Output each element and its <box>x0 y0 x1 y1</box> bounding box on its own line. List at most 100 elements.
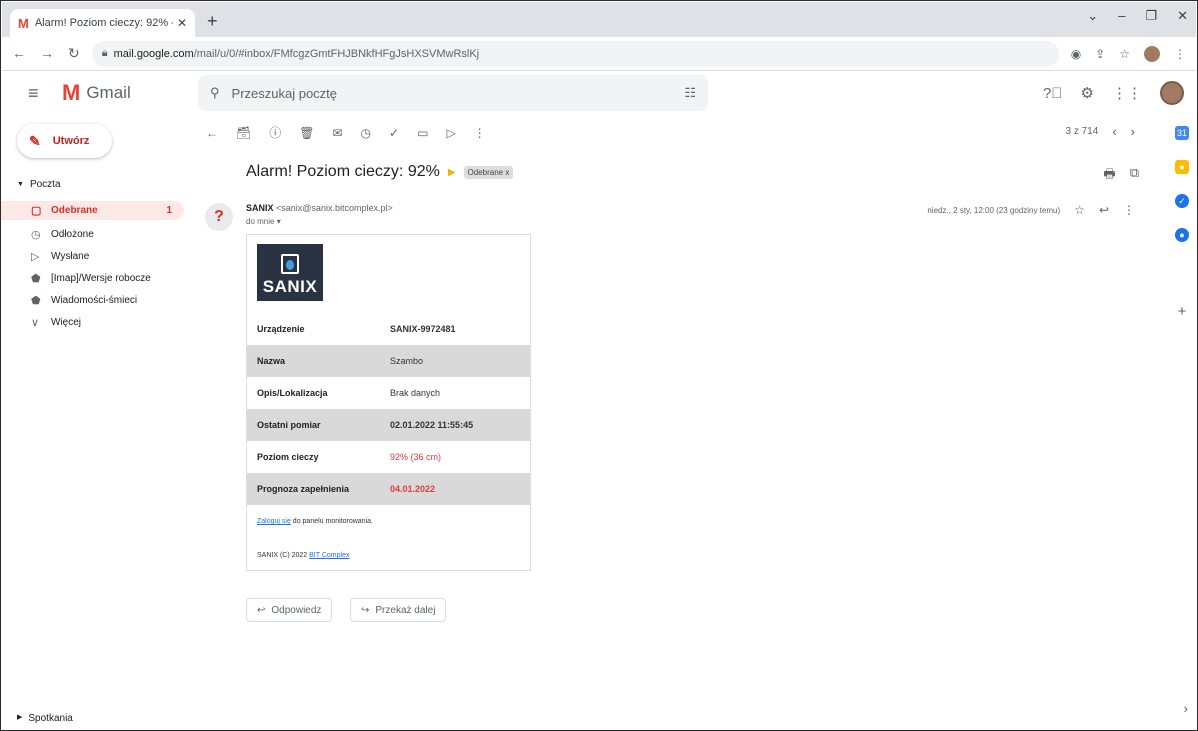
eye-icon[interactable]: ◉ <box>1071 47 1081 61</box>
share-icon[interactable]: ⇪ <box>1095 47 1105 61</box>
account-avatar[interactable] <box>1160 81 1184 105</box>
sidebar-item-more[interactable]: ∨ Więcej <box>1 313 184 332</box>
table-row: Ostatni pomiar 02.01.2022 11:55:45 <box>247 409 530 441</box>
sender-line: SANIX <sanix@sanix.bitcomplex.pl> <box>246 203 393 213</box>
mark-unread-icon[interactable]: ✉︎ <box>332 126 342 140</box>
apps-grid-icon[interactable]: ⋮⋮ <box>1112 84 1142 102</box>
caret-down-icon: ▼ <box>17 181 24 188</box>
reply-icon[interactable]: ↩ <box>1099 203 1109 217</box>
sidebar-item-snoozed[interactable]: ◷ Odłożone <box>1 225 184 244</box>
close-window-icon[interactable]: ✕ <box>1177 8 1188 24</box>
pager-text: 3 z 714 <box>1065 126 1099 137</box>
reply-button[interactable]: ↩ Odpowiedz <box>246 598 333 622</box>
sidebar-item-inbox[interactable]: ▢ Odebrane 1 <box>1 201 184 220</box>
sidebar-item-label: [Imap]/Wersje robocze <box>51 273 151 284</box>
labels-icon[interactable]: ▷ <box>446 126 455 140</box>
calendar-icon[interactable]: 31 <box>1175 126 1189 140</box>
add-task-icon[interactable]: ✓ <box>389 126 399 140</box>
tab-strip: M Alarm! Poziom cieczy: 92% - ptz/ ✕ + ⌄… <box>2 2 1196 37</box>
recipients-toggle[interactable]: do mnie ▾ <box>246 217 281 226</box>
importance-marker-icon[interactable]: ▶ <box>448 167 456 178</box>
table-row: Prognoza zapełnienia 04.01.2022 <box>247 473 530 505</box>
login-note: Zaloguj się do panelu monitorowania. <box>257 518 373 525</box>
table-row: Opis/Lokalizacja Brak danych <box>247 377 530 409</box>
minimize-icon[interactable]: – <box>1118 8 1125 24</box>
sidebar-item-drafts[interactable]: ⬟ [Imap]/Wersje robocze <box>1 269 184 288</box>
search-options-icon[interactable]: ☷ <box>684 85 696 101</box>
add-addon-icon[interactable]: + <box>1175 303 1189 320</box>
tasks-icon[interactable]: ✓ <box>1175 194 1189 208</box>
company-link[interactable]: BIT Complex <box>309 552 349 559</box>
sidebar-item-spam[interactable]: ⬟ Wiadomości-śmieci <box>1 291 184 310</box>
new-tab-button[interactable]: + <box>207 11 218 32</box>
older-icon[interactable]: › <box>1131 124 1135 139</box>
back-icon[interactable]: ← <box>12 45 26 62</box>
forward-label: Przekaż dalej <box>375 604 436 616</box>
caret-down-icon: ▾ <box>276 217 281 226</box>
bookmark-star-icon[interactable]: ☆ <box>1119 47 1130 61</box>
caret-right-icon: ▶ <box>17 714 23 721</box>
login-link[interactable]: Zaloguj się <box>257 518 291 525</box>
row-key: Poziom cieczy <box>257 452 319 462</box>
sanix-logo: SANIX <box>257 244 323 301</box>
tab-title: Alarm! Poziom cieczy: 92% - ptz/ <box>34 17 173 29</box>
url-field[interactable]: 🔒︎ mail.google.com /mail/u/0/#inbox/FMfc… <box>91 40 1059 67</box>
remove-label-icon[interactable]: x <box>505 168 509 177</box>
settings-gear-icon[interactable]: ⚙ <box>1081 84 1094 102</box>
inbox-icon: ▢ <box>31 205 42 217</box>
section-mail-label: Poczta <box>29 179 61 190</box>
reply-label: Odpowiedz <box>271 604 322 616</box>
url-path: /mail/u/0/#inbox/FMfcgzGmtFHJBNkfHFgJsHX… <box>193 47 480 60</box>
browser-menu-icon[interactable]: ⋮ <box>1174 47 1186 61</box>
message-more-icon[interactable]: ⋮ <box>1123 203 1135 217</box>
archive-icon[interactable]: 🗃︎ <box>236 126 251 140</box>
clock-icon: ◷ <box>31 229 41 241</box>
back-to-inbox-icon[interactable]: ← <box>206 126 218 140</box>
sidebar-item-label: Wysłane <box>51 251 90 262</box>
section-meet[interactable]: ▶ Spotkania <box>17 713 73 724</box>
unread-count: 1 <box>166 205 172 216</box>
compose-button[interactable]: ✎ Utwórz <box>17 124 112 158</box>
gmail-header: ≡ M Gmail ⚲ Przeszukaj pocztę ☷ ?⃝ ⚙ ⋮⋮ <box>2 72 1196 114</box>
reload-icon[interactable]: ↻ <box>68 45 80 62</box>
star-icon[interactable]: ☆ <box>1074 203 1085 217</box>
search-icon[interactable]: ⚲ <box>210 85 220 101</box>
move-to-icon[interactable]: ▭ <box>417 126 428 140</box>
send-icon: ▷ <box>31 251 40 263</box>
message-toolbar: ← 🗃︎ ⓘ 🗑︎ ✉︎ ◷ ✓ ▭ ▷ ⋮ <box>206 124 486 141</box>
report-spam-icon[interactable]: ⓘ <box>269 124 281 141</box>
profile-avatar[interactable] <box>1144 45 1160 62</box>
sidebar-item-label: Odebrane <box>51 205 98 216</box>
section-mail[interactable]: ▼ Poczta <box>17 179 61 190</box>
table-row: Poziom cieczy 92% (36 cm) <box>247 441 530 473</box>
keep-icon[interactable]: ● <box>1175 160 1189 174</box>
forward-button[interactable]: ↪ Przekaż dalej <box>350 598 447 622</box>
section-meet-label: Spotkania <box>28 713 73 724</box>
open-new-window-icon[interactable]: ⧉ <box>1130 165 1139 187</box>
url-host: mail.google.com <box>113 47 194 60</box>
sender-email: <sanix@sanix.bitcomplex.pl> <box>276 203 393 213</box>
sender-name: SANIX <box>246 203 274 213</box>
search-bar[interactable]: ⚲ Przeszukaj pocztę ☷ <box>198 75 708 111</box>
sidebar-item-sent[interactable]: ▷ Wysłane <box>1 247 184 266</box>
browser-tab[interactable]: M Alarm! Poziom cieczy: 92% - ptz/ ✕ <box>10 9 195 37</box>
contacts-icon[interactable]: ● <box>1175 228 1189 242</box>
newer-icon[interactable]: ‹ <box>1112 124 1116 139</box>
row-value: Szambo <box>390 356 424 366</box>
tab-search-icon[interactable]: ⌄ <box>1087 8 1098 24</box>
logo-wordmark: SANIX <box>262 277 318 296</box>
search-input[interactable]: Przeszukaj pocztę <box>232 86 338 101</box>
label-chip[interactable]: Odebrane x <box>463 165 514 179</box>
restore-icon[interactable]: ❐ <box>1145 8 1157 24</box>
delete-icon[interactable]: 🗑︎ <box>299 126 314 140</box>
row-value: 04.01.2022 <box>390 484 436 494</box>
forward-icon[interactable]: → <box>40 45 54 62</box>
print-icon[interactable]: 🖶 <box>1103 165 1115 187</box>
help-icon[interactable]: ?⃝ <box>1043 85 1063 102</box>
snooze-icon[interactable]: ◷ <box>361 126 371 140</box>
gmail-logo[interactable]: M Gmail <box>62 80 131 106</box>
tab-close-icon[interactable]: ✕ <box>177 16 187 30</box>
more-options-icon[interactable]: ⋮ <box>474 126 486 140</box>
expand-panel-icon[interactable]: › <box>1184 701 1188 716</box>
main-menu-icon[interactable]: ≡ <box>28 83 48 104</box>
